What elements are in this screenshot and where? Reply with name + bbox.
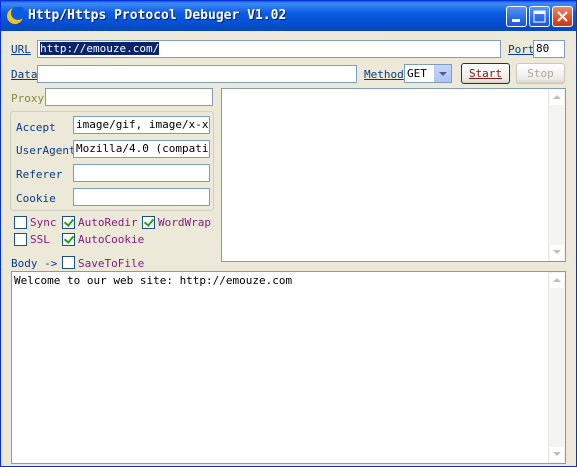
sync-checkbox[interactable] xyxy=(14,216,27,229)
proxy-label: Proxy xyxy=(11,92,45,105)
useragent-label: UserAgent xyxy=(16,144,76,157)
accept-label: Accept xyxy=(16,121,56,134)
url-input[interactable]: http://emouze.com/ xyxy=(37,40,501,58)
accept-input[interactable]: image/gif, image/x-xbi xyxy=(73,116,210,134)
headers-scrollbar[interactable] xyxy=(548,89,565,261)
minimize-button[interactable] xyxy=(506,6,527,27)
response-body-text: Welcome to our web site: http://emouze.c… xyxy=(14,274,293,287)
data-label: Data xyxy=(11,68,38,81)
app-moon-icon xyxy=(7,7,24,24)
url-value: http://emouze.com/ xyxy=(40,42,160,55)
response-body-pane[interactable]: Welcome to our web site: http://emouze.c… xyxy=(11,271,566,464)
data-input[interactable] xyxy=(37,65,357,83)
method-label: Method xyxy=(364,68,404,81)
chevron-down-icon[interactable] xyxy=(434,65,451,82)
scroll-down-icon[interactable] xyxy=(550,245,564,260)
autocookie-label: AutoCookie xyxy=(78,233,145,246)
title-bar[interactable]: Http/Https Protocol Debuger V1.02 xyxy=(1,1,576,31)
autoredir-label: AutoRedir xyxy=(78,216,138,229)
stop-button[interactable]: Stop xyxy=(516,63,565,84)
maximize-button[interactable] xyxy=(529,6,550,27)
scroll-up-icon[interactable] xyxy=(550,90,564,105)
window-title: Http/Https Protocol Debuger V1.02 xyxy=(28,8,287,23)
url-label: URL xyxy=(11,43,31,56)
referer-label: Referer xyxy=(16,168,63,181)
scroll-down-icon[interactable] xyxy=(550,447,564,462)
ssl-checkbox[interactable] xyxy=(14,233,27,246)
proxy-input[interactable] xyxy=(45,88,213,106)
close-button[interactable] xyxy=(552,6,573,27)
app-window: Http/Https Protocol Debuger V1.02 URL ht… xyxy=(0,0,577,467)
method-value: GET xyxy=(407,67,427,80)
cookie-label: Cookie xyxy=(16,192,56,205)
savetofile-label: SaveToFile xyxy=(78,257,145,270)
close-icon xyxy=(557,11,568,22)
autocookie-checkbox[interactable] xyxy=(62,233,75,246)
body-label: Body -> xyxy=(11,257,58,270)
savetofile-checkbox[interactable] xyxy=(62,256,75,269)
referer-input[interactable] xyxy=(73,164,210,182)
minimize-icon xyxy=(512,19,520,22)
port-label: Port xyxy=(508,43,535,56)
sync-label: Sync xyxy=(30,216,57,229)
port-input[interactable]: 80 xyxy=(533,40,565,58)
method-select[interactable]: GET xyxy=(404,64,452,83)
maximize-icon xyxy=(533,10,546,23)
start-button[interactable]: Start xyxy=(461,63,510,84)
scroll-up-icon[interactable] xyxy=(550,273,564,288)
body-scrollbar[interactable] xyxy=(548,272,565,463)
ssl-label: SSL xyxy=(30,233,50,246)
wordwrap-checkbox[interactable] xyxy=(142,216,155,229)
wordwrap-label: WordWrap xyxy=(158,216,211,229)
autoredir-checkbox[interactable] xyxy=(62,216,75,229)
useragent-input[interactable]: Mozilla/4.0 (compatibl xyxy=(73,140,210,158)
response-headers-pane[interactable] xyxy=(221,88,566,262)
cookie-input[interactable] xyxy=(73,188,210,206)
